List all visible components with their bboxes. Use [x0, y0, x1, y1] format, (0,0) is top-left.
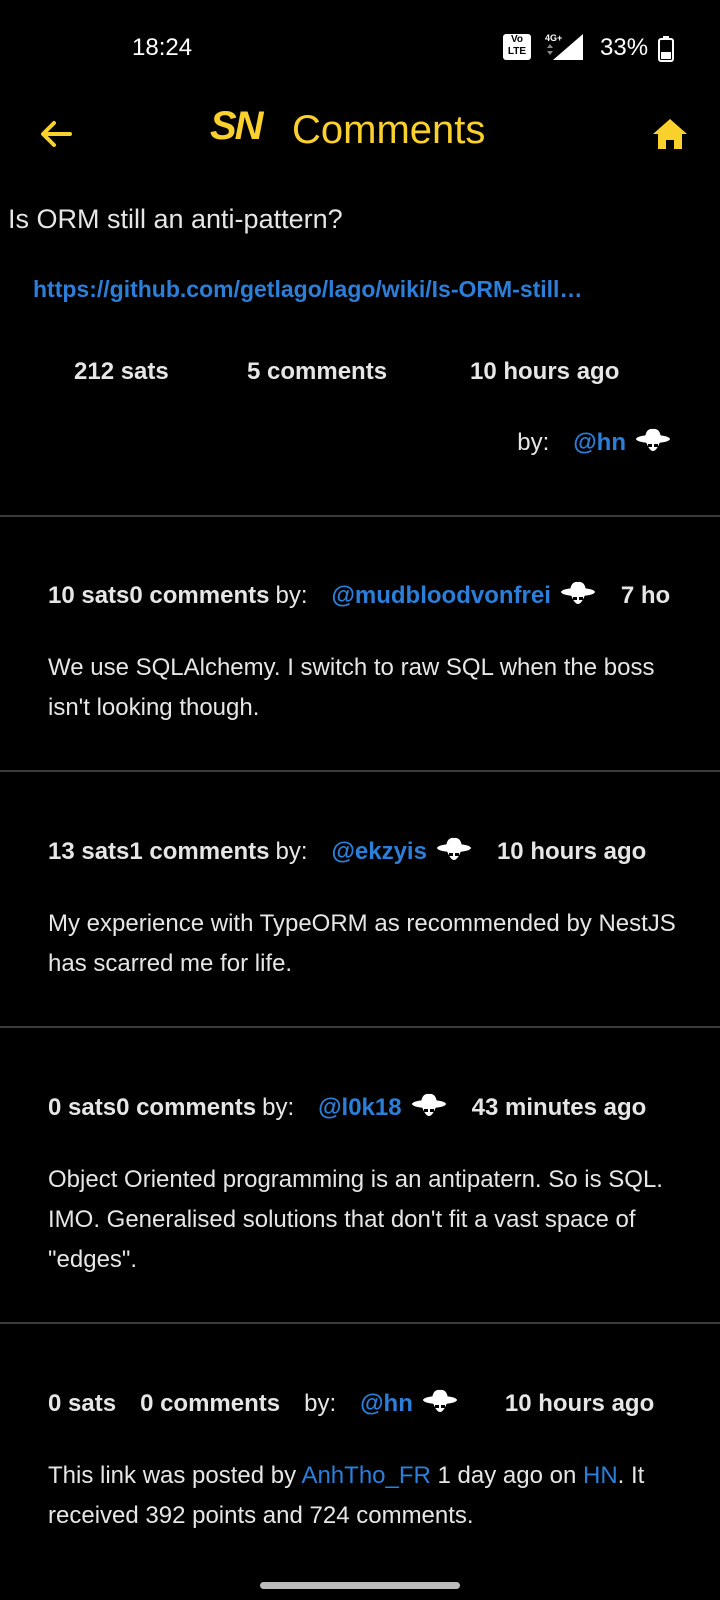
by-label: by:: [262, 1094, 295, 1121]
comment-meta: 0 sats 0 comments by: @hn 10 hours ago: [48, 1384, 654, 1424]
comment-sats: 0 sats: [48, 1094, 117, 1121]
op-user-link[interactable]: AnhTho_FR: [301, 1462, 430, 1489]
battery-percent: 33%: [600, 34, 649, 61]
post-comments-count[interactable]: 5 comments: [247, 358, 387, 386]
by-label: by:: [517, 429, 550, 456]
body-text: 1 day ago on: [430, 1462, 583, 1489]
comment: 10 sats 0 comments by: @mudbloodvonfrei …: [0, 576, 720, 766]
comment-author-link[interactable]: @mudbloodvonfrei: [331, 582, 550, 610]
cowboy-hat-icon: [411, 1093, 446, 1116]
body-text: This link was posted by: [48, 1462, 302, 1489]
comment-time: 43 minutes ago: [471, 1094, 647, 1121]
by-label: by:: [304, 1390, 337, 1417]
page-title: Comments: [292, 108, 486, 152]
back-arrow-icon[interactable]: [36, 114, 76, 154]
volte-icon: Vo LTE: [503, 34, 531, 60]
post-sats: 212 sats: [74, 358, 169, 385]
divider: [0, 515, 720, 517]
comment-body: Object Oriented programming is an antipa…: [48, 1166, 663, 1273]
comment-meta: 13 sats 1 comments by: @ekzyis 10 hours …: [48, 832, 646, 872]
svg-text:4G+: 4G+: [545, 33, 562, 43]
status-time: 18:24: [132, 34, 193, 61]
cowboy-hat-icon: [422, 1389, 457, 1412]
divider: [0, 1026, 720, 1028]
comment: 0 sats 0 comments by: @l0k18 43 minutes …: [0, 1088, 720, 1318]
post-header: Is ORM still an anti-pattern? https://gi…: [0, 196, 720, 516]
sn-logo: SN: [210, 104, 264, 148]
cowboy-hat-icon: [636, 428, 670, 451]
by-label: by:: [275, 582, 308, 609]
cowboy-hat-icon: [560, 581, 595, 604]
hn-link[interactable]: HN: [583, 1462, 618, 1489]
comment-time: 7 ho: [620, 582, 671, 609]
by-label: by:: [275, 838, 308, 865]
battery-icon: [658, 36, 674, 62]
post-title: Is ORM still an anti-pattern?: [8, 204, 343, 234]
comment-author-link[interactable]: @ekzyis: [331, 838, 426, 866]
comment-replies-count[interactable]: 1 comments: [129, 838, 269, 866]
comment-replies-count: 0 comments: [140, 1390, 281, 1417]
comment-sats: 10 sats: [48, 582, 130, 609]
comment-body: My experience with TypeORM as recommende…: [48, 910, 676, 977]
comment-meta: 0 sats 0 comments by: @l0k18 43 minutes …: [48, 1088, 646, 1128]
comment-time: 10 hours ago: [504, 1390, 655, 1417]
comment: 13 sats 1 comments by: @ekzyis 10 hours …: [0, 832, 720, 1022]
post-author-link[interactable]: @hn: [573, 429, 626, 457]
post-author-row: by: @hn: [517, 424, 672, 462]
app-bar: SN Comments: [0, 96, 720, 196]
comment-time: 10 hours ago: [496, 838, 647, 865]
comment-sats: 13 sats: [48, 838, 130, 865]
comment-body: We use SQLAlchemy. I switch to raw SQL w…: [48, 654, 655, 721]
comment-sats: 0 sats: [48, 1390, 117, 1417]
post-url-link[interactable]: https://github.com/getlago/lago/wiki/Is-…: [33, 276, 693, 303]
signal-icon: 4G+: [545, 33, 583, 60]
post-stats: 212 sats 5 comments 10 hours ago: [0, 358, 720, 398]
divider: [0, 1322, 720, 1324]
cowboy-hat-icon: [436, 837, 471, 860]
comment-author-link[interactable]: @l0k18: [318, 1094, 401, 1122]
post-time: 10 hours ago: [470, 358, 620, 385]
status-bar: 18:24 Vo LTE 4G+ 33%: [0, 0, 720, 96]
comment-replies-count: 0 comments: [129, 582, 270, 609]
comment-body: This link was posted by AnhTho_FR 1 day …: [48, 1456, 698, 1536]
comment-author-link[interactable]: @hn: [360, 1390, 413, 1418]
comment-replies-count: 0 comments: [116, 1094, 257, 1121]
comment: 0 sats 0 comments by: @hn 10 hours ago T…: [0, 1384, 720, 1574]
divider: [0, 770, 720, 772]
home-indicator[interactable]: [260, 1582, 460, 1589]
comment-meta: 10 sats 0 comments by: @mudbloodvonfrei …: [48, 576, 670, 616]
home-icon[interactable]: [650, 114, 690, 154]
